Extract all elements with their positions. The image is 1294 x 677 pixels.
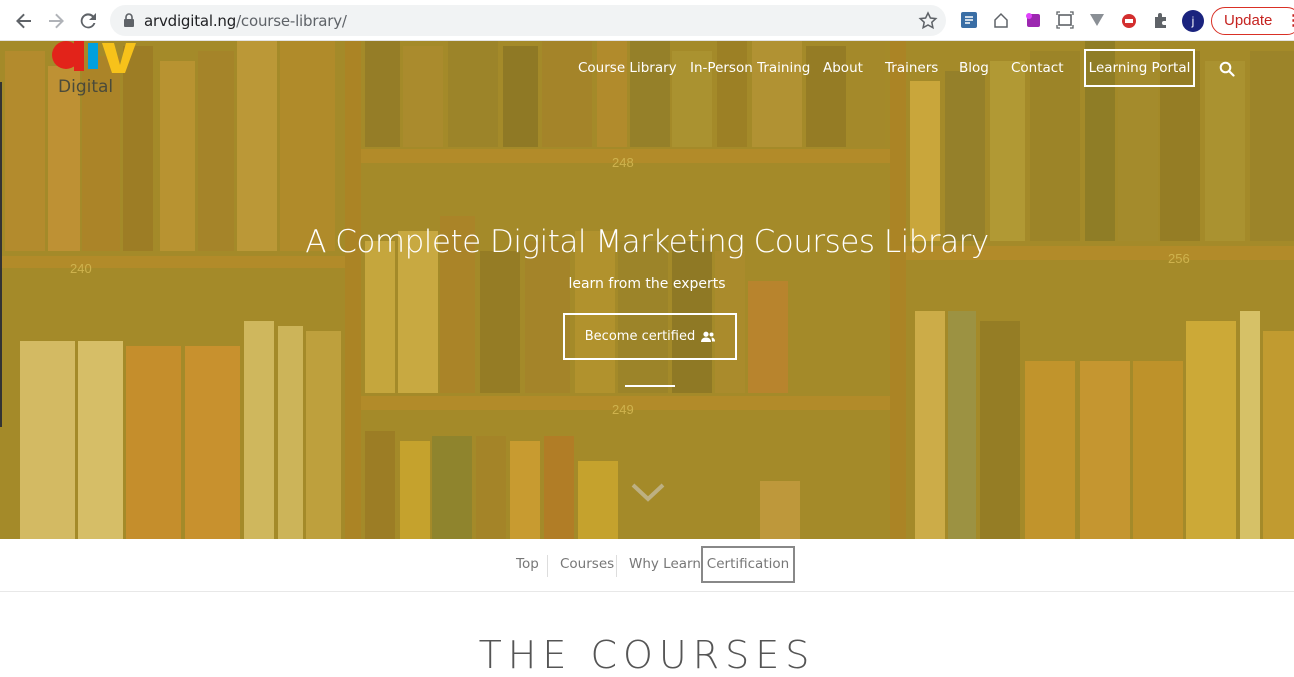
hero-section: 248240256249 Digital Course Library In-P…: [0, 41, 1294, 539]
nav-about[interactable]: About: [823, 60, 863, 76]
tab-separator: [616, 555, 617, 577]
search-icon[interactable]: [1219, 61, 1235, 77]
more-menu-icon[interactable]: ⋮: [1286, 8, 1294, 34]
lock-icon: [124, 13, 134, 27]
hero-subheadline: learn from the experts: [568, 276, 726, 292]
scroll-down-chevron-icon[interactable]: [630, 481, 666, 503]
extension-v-icon[interactable]: [1087, 10, 1107, 30]
url-text: arvdigital.ng/course-library/: [144, 12, 347, 30]
tab-certification[interactable]: Certification: [701, 546, 795, 583]
bookmark-star-icon[interactable]: [918, 11, 938, 31]
nav-trainers[interactable]: Trainers: [885, 60, 938, 76]
section-title-peek: THE COURSES: [478, 633, 816, 677]
hero-headline: A Complete Digital Marketing Courses Lib…: [305, 224, 989, 260]
home-icon[interactable]: [991, 10, 1011, 30]
address-bar[interactable]: arvdigital.ng/course-library/: [110, 5, 946, 36]
tab-courses[interactable]: Courses: [560, 556, 614, 572]
tab-why-learn[interactable]: Why Learn: [629, 556, 701, 572]
users-icon: [701, 331, 716, 342]
back-icon[interactable]: [12, 9, 36, 33]
nav-blog[interactable]: Blog: [959, 60, 989, 76]
slider-indicator[interactable]: [625, 385, 675, 387]
logo-text: Digital: [58, 77, 114, 97]
extension-purple-icon[interactable]: [1023, 10, 1043, 30]
forward-icon[interactable]: [44, 9, 68, 33]
cta-label: Become certified: [584, 329, 696, 344]
nav-contact[interactable]: Contact: [1011, 60, 1064, 76]
profile-avatar[interactable]: j: [1182, 10, 1204, 32]
extension-red-icon[interactable]: [1119, 10, 1139, 30]
screenshot-icon[interactable]: [1055, 10, 1075, 30]
nav-in-person-training[interactable]: In-Person Training: [690, 60, 810, 76]
extension-screencast-icon[interactable]: [959, 10, 979, 30]
learning-portal-button[interactable]: Learning Portal: [1084, 49, 1195, 87]
tab-separator: [547, 555, 548, 577]
become-certified-button[interactable]: Become certified: [563, 313, 737, 360]
extensions-puzzle-icon[interactable]: [1151, 10, 1171, 30]
reload-icon[interactable]: [76, 9, 100, 33]
tab-top[interactable]: Top: [516, 556, 539, 572]
section-tabs: Top Courses Why Learn Certification: [0, 539, 1294, 592]
browser-toolbar: arvdigital.ng/course-library/ j Update ⋮: [0, 0, 1294, 41]
nav-course-library[interactable]: Course Library: [578, 60, 677, 76]
update-button[interactable]: Update ⋮: [1211, 7, 1294, 35]
